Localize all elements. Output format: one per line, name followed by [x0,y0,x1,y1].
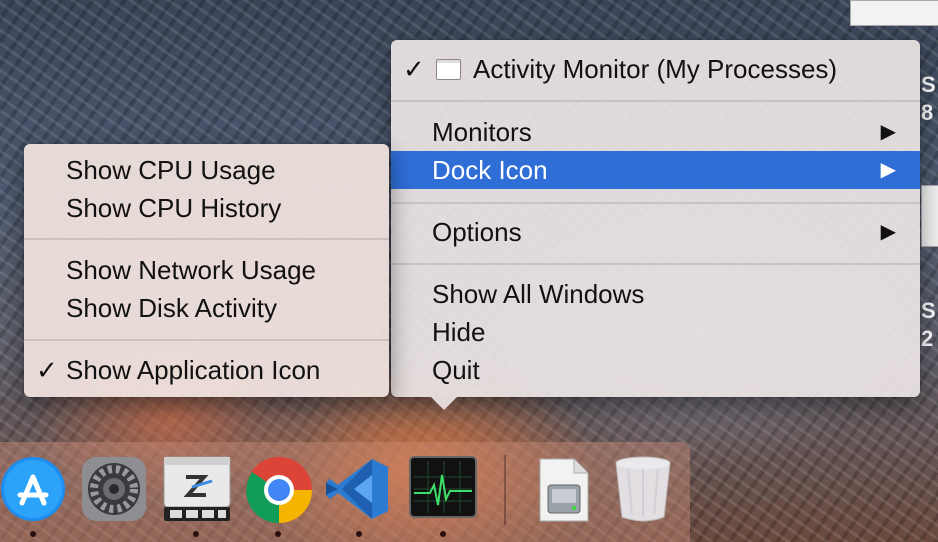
menu-item-label: Show All Windows [432,279,645,309]
disk-utility-icon[interactable] [530,455,598,523]
activity-monitor-icon[interactable] [408,455,477,523]
menu-item-show-all-windows[interactable]: Show All Windows [391,275,920,313]
menu-item-quit[interactable]: Quit [391,351,920,389]
menu-item-label: Quit [432,355,480,385]
menu-item-label: Activity Monitor (My Processes) [473,54,838,84]
menu-item-show-disk-activity[interactable]: Show Disk Activity [24,289,389,327]
app-store-icon[interactable] [0,455,68,523]
menu-item-label: Options [432,217,522,247]
trash-icon[interactable] [610,455,678,523]
submenu-arrow-icon: ▶ [880,159,896,181]
dock-context-menu: ✓ Activity Monitor (My Processes) Monito… [391,40,920,410]
gear-icon[interactable] [80,455,148,523]
menu-item-label: Dock Icon [432,155,548,185]
menu-separator [391,202,920,204]
menu-item-show-network-usage[interactable]: Show Network Usage [24,251,389,289]
menu-item-label: Show CPU History [66,193,282,223]
menu-separator [391,100,920,102]
checkmark-icon: ✓ [36,355,58,385]
menu-item-label: Show Network Usage [66,255,316,285]
window-icon [436,59,461,80]
menu-separator [24,339,389,341]
submenu-arrow-icon: ▶ [880,221,896,243]
menu-item-label: Monitors [432,117,532,147]
menu-item-label: Show Disk Activity [66,293,277,323]
menu-item-show-application-icon[interactable]: ✓ Show Application Icon [24,351,389,389]
menu-item-hide[interactable]: Hide [391,313,920,351]
edge-text: S [921,298,936,323]
running-indicator [193,531,199,537]
chrome-icon[interactable] [244,455,313,524]
dock-separator [504,455,506,525]
submenu-arrow-icon: ▶ [880,121,896,143]
menu-item-label: Show Application Icon [66,355,321,385]
window-thumbnail [850,0,938,26]
menu-item-monitors[interactable]: Monitors ▶ [391,113,920,151]
edge-text: 2 [921,326,934,351]
menu-separator [24,238,389,240]
running-indicator [440,531,446,537]
vscode-icon[interactable] [324,455,392,523]
menu-item-show-cpu-usage[interactable]: Show CPU Usage [24,151,389,189]
menu-item-options[interactable]: Options ▶ [391,213,920,251]
dock-icon-submenu: Show CPU Usage Show CPU History Show Net… [24,144,389,397]
running-indicator [356,531,362,537]
edge-text: 8 [921,100,934,125]
window-thumbnail [921,185,938,247]
utility-icon[interactable] [162,455,231,523]
edge-text: S [921,72,936,97]
menu-item-show-cpu-history[interactable]: Show CPU History [24,189,389,227]
running-indicator [275,531,281,537]
menu-item-dock-icon[interactable]: Dock Icon ▶ [391,151,920,189]
running-indicator [30,531,36,537]
menu-item-label: Hide [432,317,486,347]
menu-item-label: Show CPU Usage [66,155,276,185]
menu-separator [391,263,920,265]
checkmark-icon: ✓ [403,54,425,84]
menu-item-activity-monitor-my-processes[interactable]: ✓ Activity Monitor (My Processes) [391,50,920,88]
